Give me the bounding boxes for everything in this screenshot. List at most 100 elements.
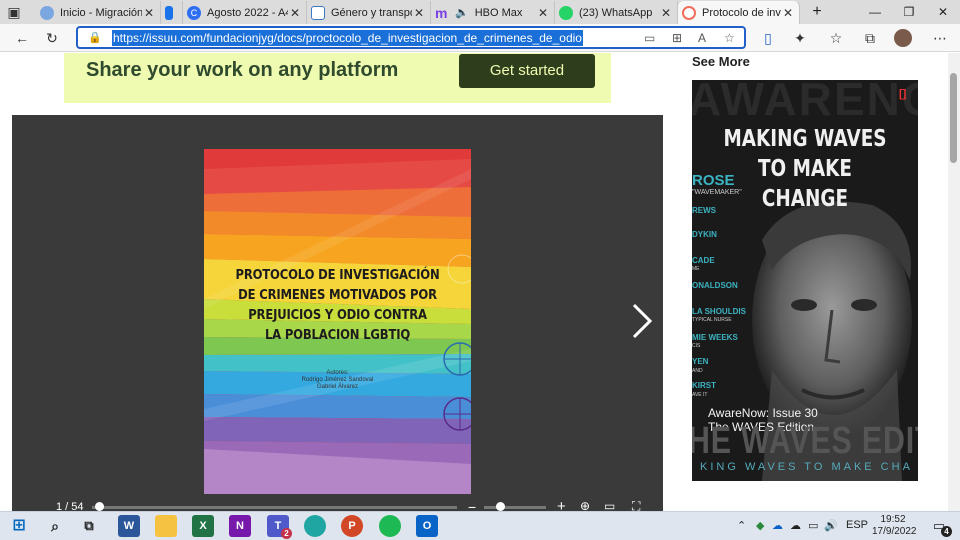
spotify-icon[interactable] [379,515,401,537]
tab-pinned[interactable] [161,1,183,24]
onenote-icon[interactable]: N [229,515,251,537]
security-icon[interactable]: ◆ [756,519,764,532]
close-icon[interactable]: ✕ [288,6,302,20]
ad-side-name: ROSE [692,172,735,189]
favorites-icon[interactable]: ☆ [826,28,846,48]
close-icon[interactable]: ✕ [659,6,673,20]
web-page: Share your work on any platform Get star… [0,53,948,511]
network-icon[interactable]: ▭ [808,519,818,532]
url-text[interactable]: https://issuu.com/fundacionjyg/docs/proc… [112,30,583,46]
cloud-icon[interactable]: ☁ [790,519,801,532]
get-started-button[interactable]: Get started [459,54,595,88]
speaker-icon[interactable]: 🔈 [455,6,469,19]
zoom-in-icon[interactable]: + [557,498,566,511]
task-view-icon[interactable]: ⧉ [78,515,100,537]
language-indicator[interactable]: ESP [846,519,868,531]
document-viewer[interactable]: PROTOCOLO DE INVESTIGACIÓN DE CRIMENES M… [12,115,663,511]
powerpoint-icon[interactable]: P [341,515,363,537]
tab-actions-icon[interactable]: ▣ [4,2,24,22]
back-icon[interactable]: ← [12,28,32,48]
title-line: DE CRIMENES MOTIVADOS POR [238,287,437,303]
title-line: PREJUICIOS Y ODIO CONTRA [248,307,427,323]
clock[interactable]: 19:52 17/9/2022 [872,514,917,538]
close-icon[interactable]: ✕ [781,6,795,20]
browser-toolbar: ← ↻ 🔒 https://issuu.com/fundacionjyg/doc… [0,24,960,52]
close-window-button[interactable]: ✕ [926,0,960,24]
zoom-knob[interactable] [495,502,505,511]
whatsapp-icon [559,5,573,20]
ad-side-name: AVE IT [692,392,708,398]
canva-icon: C [187,5,201,20]
app-icon [165,5,173,20]
share-icon[interactable]: ▭ [604,499,615,511]
chevron-up-icon[interactable]: ⌃ [737,519,746,532]
maximize-button[interactable]: ❐ [892,0,926,24]
see-more-heading: See More [692,54,750,69]
app-available-icon[interactable]: ▭ [644,31,655,45]
tab-protocolo[interactable]: Protocolo de inves ✕ [678,1,800,24]
more-options-icon[interactable]: ⋯ [930,28,950,48]
close-icon[interactable]: ✕ [412,6,426,20]
document-cover: PROTOCOLO DE INVESTIGACIÓN DE CRIMENES M… [204,149,471,494]
close-icon[interactable]: ✕ [142,6,156,20]
qr-icon[interactable]: ⊞ [672,31,682,45]
onedrive-icon[interactable]: ☁ [772,519,783,532]
volume-icon[interactable]: 🔊 [824,519,838,532]
ad-brand-text: AWARENOW [692,80,918,125]
reading-view-icon[interactable]: ▯ [758,28,778,48]
title-line: LA POBLACION LGBTIQ [264,327,411,343]
word-icon[interactable]: W [118,515,140,537]
tab-title: Género y transport [331,6,412,19]
author-name: Rodrigo Jiménez Sandoval [301,377,374,383]
search-icon[interactable]: ⊕ [580,499,590,511]
teams-badge: 2 [281,528,292,539]
notifications-icon[interactable]: ▭ 4 [928,515,952,537]
excel-icon[interactable]: X [192,515,214,537]
ad-side-name: TYPICAL NURSE [692,317,732,323]
search-icon[interactable]: ⌕ [44,515,66,537]
tab-title: Agosto 2022 - A4 [207,6,288,19]
hbo-icon: m [435,4,448,21]
teams-icon[interactable]: T 2 [267,515,292,539]
ad-side-name: KIRST [692,381,716,390]
profile-avatar[interactable] [894,29,912,47]
fullscreen-icon[interactable]: ⛶ [632,499,640,511]
favorite-add-icon[interactable]: ☆ [724,31,735,45]
clock-time: 19:52 [880,514,906,525]
windows-start-icon[interactable]: ⊞ [8,515,30,537]
page-progress-knob[interactable] [95,502,105,511]
viewer-controls: 1 / 54 − + ⊕ ▭ ⛶ [12,498,663,511]
tab-hbo[interactable]: m 🔈 HBO Max ✕ [431,1,555,24]
awarenow-ad[interactable]: AWARENOW [] MAKING WAVES TO MAKE CHANGE [692,80,918,481]
un-icon [311,5,325,20]
read-aloud-icon[interactable]: A [698,31,706,45]
title-line: PROTOCOLO DE INVESTIGACIÓN [235,267,440,283]
collections-icon[interactable]: ⧉ [860,28,880,48]
authors-label: Autores: [326,370,349,376]
next-page-icon[interactable] [626,301,656,341]
close-icon[interactable]: ✕ [536,6,550,20]
outlook-icon[interactable]: O [416,515,438,537]
tab-genero[interactable]: Género y transport ✕ [307,1,431,24]
page-scrollbar[interactable] [948,53,960,511]
tab-whatsapp[interactable]: (23) WhatsApp ✕ [555,1,678,24]
file-explorer-icon[interactable] [155,515,177,537]
ad-side-name: CIS [692,343,701,349]
page-indicator: 1 / 54 [56,501,84,511]
address-bar[interactable]: 🔒 https://issuu.com/fundacionjyg/docs/pr… [76,26,746,49]
minimize-button[interactable]: — [858,0,892,24]
tab-inicio[interactable]: Inicio - Migración ✕ [36,1,161,24]
ad-issue-line: AwareNow: Issue 30 [708,406,818,420]
edge-icon[interactable] [304,515,326,537]
extensions-icon[interactable]: ✦ [790,28,810,48]
scrollbar-thumb[interactable] [950,73,957,163]
ad-side-name: CADE [692,256,715,265]
refresh-icon[interactable]: ↻ [42,28,62,48]
zoom-out-icon[interactable]: − [468,499,476,511]
zoom-slider[interactable] [484,506,546,509]
tab-agosto[interactable]: C Agosto 2022 - A4 ✕ [183,1,307,24]
new-tab-button[interactable]: + [800,0,834,24]
taskbar: ⊞ ⌕ ⧉ W X N T 2 P O ⌃ ◆ ☁ ☁ ▭ 🔊 ESP 19:5… [0,511,960,540]
ad-side-name: LA SHOULDIS [692,307,746,316]
page-progress-bar[interactable] [92,506,457,509]
